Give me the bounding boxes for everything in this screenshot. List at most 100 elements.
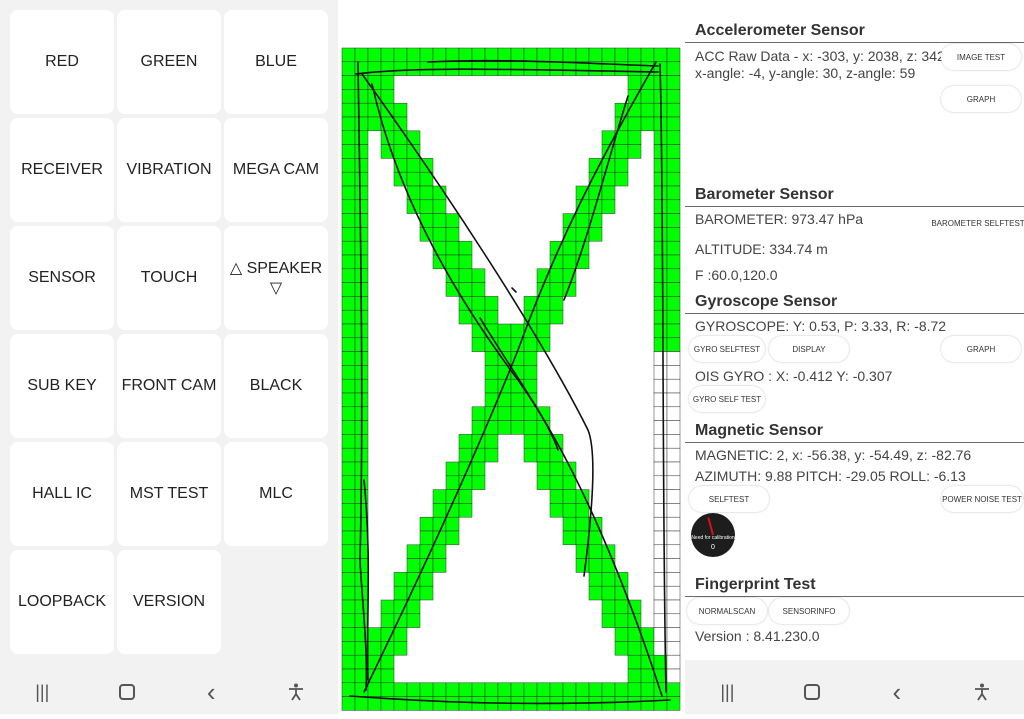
touch-cell xyxy=(653,213,668,228)
touch-cell xyxy=(640,682,655,697)
touch-cell xyxy=(549,268,564,283)
back-button[interactable]: ‹ xyxy=(191,672,231,712)
accelerometer-angles: x-angle: -4, y-angle: 30, z-angle: 59 xyxy=(695,65,916,81)
accelerometer-graph-button[interactable]: GRAPH xyxy=(941,86,1021,112)
sensorinfo-button[interactable]: SENSORINFO xyxy=(769,598,849,624)
barometer-title: Barometer Sensor xyxy=(695,186,834,203)
recent-apps-button[interactable]: ||| xyxy=(707,672,747,712)
touch-cell xyxy=(341,240,356,256)
touch-test-panel[interactable] xyxy=(338,0,685,714)
right-navigation-bar: ||| ‹ xyxy=(685,665,1024,719)
touch-cell xyxy=(653,268,668,283)
recent-apps-button[interactable]: ||| xyxy=(22,672,62,712)
gyro-selftest-button[interactable]: GYRO SELFTEST xyxy=(689,336,765,362)
touch-cell xyxy=(601,613,616,628)
touch-cell xyxy=(497,682,512,697)
accessibility-button[interactable] xyxy=(962,672,1002,712)
touch-cell xyxy=(653,296,668,311)
touch-cell xyxy=(614,641,629,656)
touch-cell xyxy=(419,585,434,601)
touch-cell xyxy=(471,406,486,421)
home-button[interactable] xyxy=(792,672,832,712)
touch-cell xyxy=(354,171,369,187)
back-button[interactable]: ‹ xyxy=(877,672,917,712)
accessibility-button[interactable] xyxy=(276,672,316,712)
tile-version[interactable]: VERSION xyxy=(117,550,221,654)
touch-cell xyxy=(341,613,356,628)
image-test-button[interactable]: IMAGE TEST xyxy=(941,44,1021,70)
tile-mst-test[interactable]: MST TEST xyxy=(117,442,221,546)
touch-cell xyxy=(497,420,512,435)
tile-receiver[interactable]: RECEIVER xyxy=(10,118,114,222)
touch-test-canvas[interactable] xyxy=(338,0,685,714)
fingerprint-version: Version : 8.41.230.0 xyxy=(695,628,820,644)
touch-cell xyxy=(484,47,499,63)
touch-cell xyxy=(601,682,616,697)
touch-cell xyxy=(341,530,356,546)
touch-cell xyxy=(432,516,447,532)
touch-cell xyxy=(354,158,369,173)
magnetic-selftest-button[interactable]: SELFTEST xyxy=(689,486,769,512)
tile-vibration[interactable]: VIBRATION xyxy=(117,118,221,222)
tile-hall-ic[interactable]: HALL IC xyxy=(10,442,114,546)
touch-cell xyxy=(341,130,356,145)
touch-cell xyxy=(341,434,356,449)
touch-cell xyxy=(393,144,408,159)
touch-cell xyxy=(406,61,421,76)
tile-sensor[interactable]: SENSOR xyxy=(10,226,114,330)
tile-mega-cam[interactable]: MEGA CAM xyxy=(224,118,328,222)
touch-cell xyxy=(341,185,356,201)
touch-cell xyxy=(432,227,447,242)
touch-cell xyxy=(666,365,681,380)
tile-speaker[interactable]: △ SPEAKER ▽ xyxy=(224,226,328,330)
touch-cell xyxy=(653,461,668,477)
touch-cell xyxy=(666,489,681,504)
touch-cell xyxy=(640,89,655,104)
touch-cell xyxy=(575,516,590,532)
touch-cell xyxy=(341,516,356,532)
gyro-graph-button[interactable]: GRAPH xyxy=(941,336,1021,362)
touch-cell xyxy=(523,447,538,463)
touch-cell xyxy=(471,461,486,477)
barometer-selftest-button[interactable]: BAROMETER SELFTEST xyxy=(931,210,1024,236)
touch-cell xyxy=(341,447,356,463)
tile-blue[interactable]: BLUE xyxy=(224,10,328,114)
touch-cell xyxy=(445,682,460,697)
touch-stroke xyxy=(511,287,517,293)
touch-cell xyxy=(354,544,369,559)
tile-green[interactable]: GREEN xyxy=(117,10,221,114)
touch-cell xyxy=(549,254,564,270)
touch-cell xyxy=(406,47,421,63)
touch-cell xyxy=(341,116,356,132)
touch-cell xyxy=(666,585,681,601)
gyro-display-button[interactable]: DISPLAY xyxy=(769,336,849,362)
tile-red[interactable]: RED xyxy=(10,10,114,114)
touch-cell xyxy=(393,572,408,587)
home-button[interactable] xyxy=(107,672,147,712)
tile-black[interactable]: BLACK xyxy=(224,334,328,438)
tile-front-cam[interactable]: FRONT CAM xyxy=(117,334,221,438)
power-noise-test-button[interactable]: POWER NOISE TEST xyxy=(941,486,1023,512)
tile-mlc[interactable]: MLC xyxy=(224,442,328,546)
normalscan-button[interactable]: NORMALSCAN xyxy=(687,598,767,624)
back-icon: ‹ xyxy=(206,676,216,707)
touch-cell xyxy=(354,199,369,214)
touch-cell xyxy=(614,696,629,711)
tile-loopback[interactable]: LOOPBACK xyxy=(10,550,114,654)
touch-cell xyxy=(666,351,681,366)
tile-sub-key[interactable]: SUB KEY xyxy=(10,334,114,438)
touch-cell xyxy=(354,102,369,118)
touch-cell xyxy=(549,309,564,325)
touch-cell xyxy=(393,585,408,601)
recent-apps-icon: ||| xyxy=(720,681,735,702)
magnetic-title: Magnetic Sensor xyxy=(695,422,824,439)
ois-gyro-value: OIS GYRO : X: -0.412 Y: -0.307 xyxy=(695,368,893,384)
accessibility-icon xyxy=(288,683,303,701)
touch-cell xyxy=(458,503,473,518)
tile-touch[interactable]: TOUCH xyxy=(117,226,221,330)
touch-cell xyxy=(432,199,447,214)
gyro-self-test-button[interactable]: GYRO SELF TEST xyxy=(689,386,765,412)
touch-cell xyxy=(536,47,551,63)
touch-cell xyxy=(354,116,369,132)
touch-cell xyxy=(666,627,681,642)
